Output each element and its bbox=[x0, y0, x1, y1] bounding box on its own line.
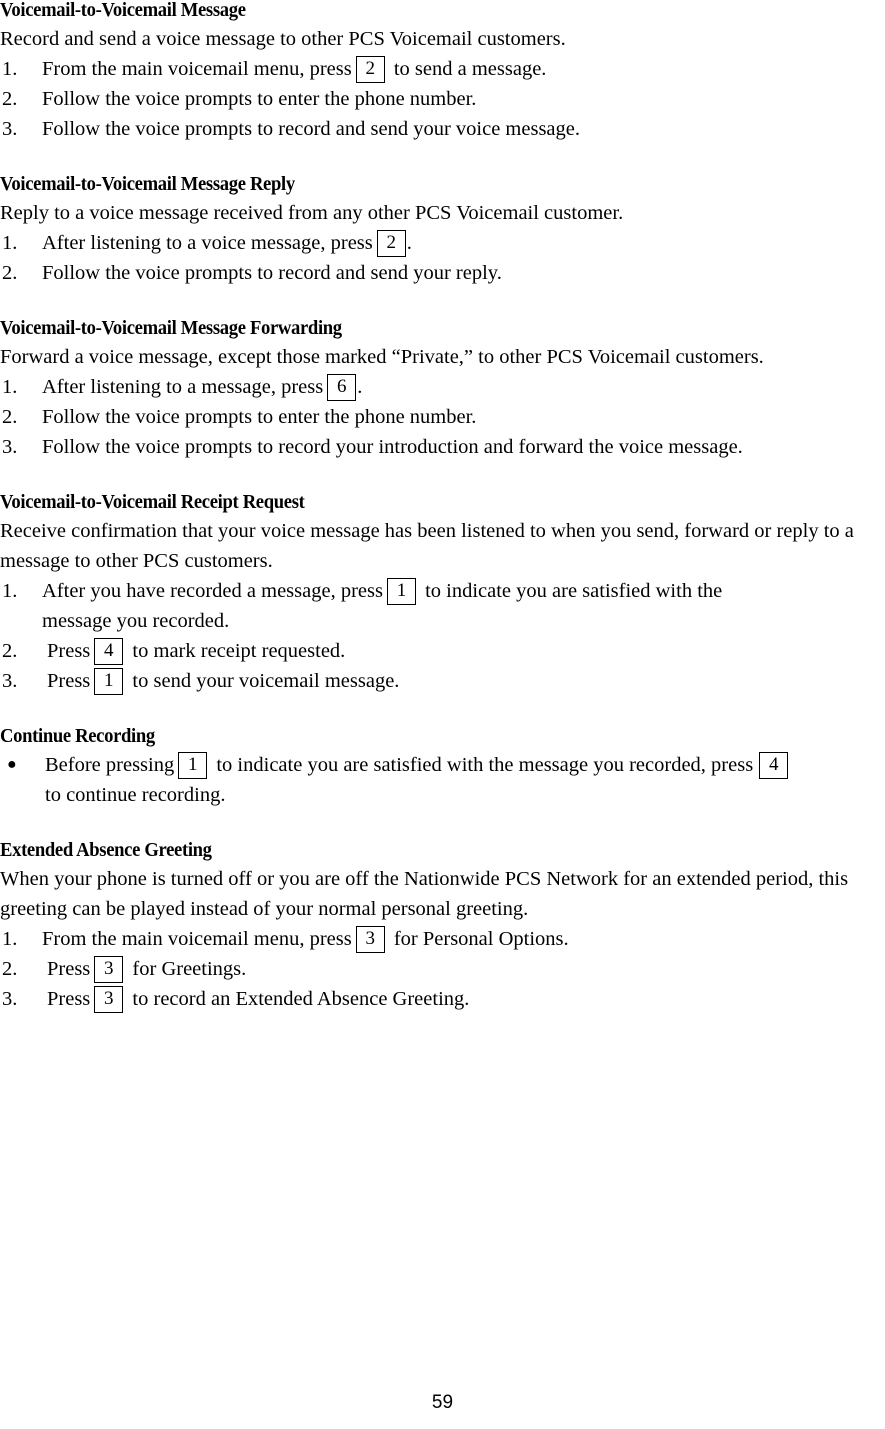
section-heading: Voicemail-to-Voicemail Message bbox=[0, 0, 246, 21]
list-item: 1. From the main voicemail menu, press 3 f… bbox=[0, 924, 885, 954]
step-text-after: for Personal Options. bbox=[388, 928, 569, 950]
section-extended-absence-greeting: Extended Absence Greeting When your phon… bbox=[0, 840, 885, 1014]
step-marker: 1. bbox=[2, 928, 18, 950]
section-heading: Extended Absence Greeting bbox=[0, 840, 212, 861]
key-badge: 1 bbox=[94, 668, 124, 695]
section-intro: Reply to a voice message received from a… bbox=[0, 202, 624, 224]
section-heading: Voicemail-to-Voicemail Message Forwardin… bbox=[0, 318, 342, 339]
section-voicemail-to-voicemail-message: Voicemail-to-Voicemail Message Record an… bbox=[0, 0, 885, 144]
bullet-icon: ● bbox=[7, 756, 17, 773]
step-text-before: From the main voicemail menu, press bbox=[42, 928, 352, 950]
step-text-before: Follow the voice prompts to enter the ph… bbox=[42, 406, 477, 428]
step-marker: 3. bbox=[2, 988, 18, 1010]
step-list: 1. From the main voicemail menu, press 2 t… bbox=[0, 54, 885, 144]
step-text-before: Before pressing bbox=[45, 754, 175, 776]
step-text-before: After listening to a voice message, pres… bbox=[42, 232, 373, 254]
key-badge: 3 bbox=[94, 956, 124, 983]
step-list: 1. From the main voicemail menu, press 3 f… bbox=[0, 924, 885, 1014]
page-number: 59 bbox=[431, 1392, 454, 1413]
section-heading: Continue Recording bbox=[0, 726, 155, 747]
step-continuation: message you recorded. bbox=[42, 610, 230, 632]
step-text-before: After listening to a message, press bbox=[42, 376, 324, 398]
step-text-after: for Greetings. bbox=[127, 958, 247, 980]
section-voicemail-to-voicemail-receipt-request: Voicemail-to-Voicemail Receipt Request R… bbox=[0, 492, 885, 696]
list-item: 3. Press 1 to send your voicemail message. bbox=[0, 666, 885, 696]
list-item: 3. Press 3 to record an Extended Absence G… bbox=[0, 984, 885, 1014]
step-list: 1. After you have recorded a message, pre… bbox=[0, 576, 885, 696]
list-item: 2. Follow the voice prompts to enter the … bbox=[0, 84, 885, 114]
list-item: ● Before pressing 1 to indicate you are sa… bbox=[0, 750, 885, 810]
step-continuation: to continue recording. bbox=[45, 784, 226, 806]
section-intro: When your phone is turned off or you are… bbox=[0, 868, 849, 920]
step-marker: 3. bbox=[2, 118, 18, 140]
step-marker: 2. bbox=[2, 640, 18, 662]
step-marker: 3. bbox=[2, 436, 18, 458]
step-text-before: From the main voicemail menu, press bbox=[42, 58, 352, 80]
key-badge: 6 bbox=[327, 374, 357, 401]
key-badge: 1 bbox=[386, 578, 416, 605]
list-item: 2. Follow the voice prompts to record and… bbox=[0, 258, 885, 288]
section-intro: Receive confirmation that your voice mes… bbox=[0, 520, 854, 572]
step-text-before: Press bbox=[47, 640, 91, 662]
step-text-before: After you have recorded a message, press bbox=[42, 580, 383, 602]
list-item: 2. Follow the voice prompts to enter the … bbox=[0, 402, 885, 432]
step-marker: 1. bbox=[2, 232, 18, 254]
list-item: 1. From the main voicemail menu, press 2 t… bbox=[0, 54, 885, 84]
key-badge: 3 bbox=[94, 986, 124, 1013]
section-voicemail-to-voicemail-message-forwarding: Voicemail-to-Voicemail Message Forwardin… bbox=[0, 318, 885, 462]
step-text-after: to send a message. bbox=[388, 58, 547, 80]
step-text-before: Press bbox=[47, 988, 91, 1010]
step-text-after: to indicate you are satisfied with the m… bbox=[211, 754, 754, 776]
section-heading: Voicemail-to-Voicemail Message Reply bbox=[0, 174, 295, 195]
step-marker: 2. bbox=[2, 88, 18, 110]
step-text-before: Press bbox=[47, 670, 91, 692]
section-continue-recording: Continue Recording ● Before pressing 1 to … bbox=[0, 726, 885, 810]
section-intro: Forward a voice message, except those ma… bbox=[0, 346, 764, 368]
page-content: Voicemail-to-Voicemail Message Record an… bbox=[0, 0, 885, 1014]
list-item: 1. After listening to a voice message, pr… bbox=[0, 228, 885, 258]
step-marker: 1. bbox=[2, 376, 18, 398]
step-list: ● Before pressing 1 to indicate you are sa… bbox=[0, 750, 885, 810]
step-marker: 2. bbox=[2, 262, 18, 284]
step-text-before: Press bbox=[47, 958, 91, 980]
list-item: 2. Press 3 for Greetings. bbox=[0, 954, 885, 984]
key-badge: 4 bbox=[94, 638, 124, 665]
step-list: 1. After listening to a voice message, pr… bbox=[0, 228, 885, 288]
key-badge: 3 bbox=[355, 926, 385, 953]
step-text-after: to record an Extended Absence Greeting. bbox=[127, 988, 470, 1010]
key-badge: 2 bbox=[355, 56, 385, 83]
list-item: 2. Press 4 to mark receipt requested. bbox=[0, 636, 885, 666]
list-item: 3. Follow the voice prompts to record you… bbox=[0, 432, 885, 462]
key-badge: 2 bbox=[376, 230, 406, 257]
step-text-before: Follow the voice prompts to enter the ph… bbox=[42, 88, 477, 110]
key-badge-end: 4 bbox=[759, 752, 789, 779]
step-marker: 2. bbox=[2, 958, 18, 980]
list-item: 1. After you have recorded a message, pre… bbox=[0, 576, 885, 636]
list-item: 3. Follow the voice prompts to record and… bbox=[0, 114, 885, 144]
section-intro: Record and send a voice message to other… bbox=[0, 28, 566, 50]
step-text-after: . bbox=[357, 376, 363, 398]
section-heading: Voicemail-to-Voicemail Receipt Request bbox=[0, 492, 305, 513]
step-text-after: . bbox=[406, 232, 412, 254]
step-text-before: Follow the voice prompts to record and s… bbox=[42, 118, 580, 140]
step-marker: 2. bbox=[2, 406, 18, 428]
step-marker: 1. bbox=[2, 58, 18, 80]
step-list: 1. After listening to a message, press 6. … bbox=[0, 372, 885, 462]
step-text-after: to indicate you are satisfied with the bbox=[419, 580, 723, 602]
key-badge: 1 bbox=[178, 752, 208, 779]
step-text-before: Follow the voice prompts to record your … bbox=[42, 436, 743, 458]
section-voicemail-to-voicemail-message-reply: Voicemail-to-Voicemail Message Reply Rep… bbox=[0, 174, 885, 288]
step-text-after: to send your voicemail message. bbox=[127, 670, 400, 692]
step-text-before: Follow the voice prompts to record and s… bbox=[42, 262, 502, 284]
step-marker: 3. bbox=[2, 670, 18, 692]
step-marker: 1. bbox=[2, 580, 18, 602]
step-text-after: to mark receipt requested. bbox=[127, 640, 346, 662]
list-item: 1. After listening to a message, press 6. bbox=[0, 372, 885, 402]
document-page: Voicemail-to-Voicemail Message Record an… bbox=[0, 0, 885, 1429]
